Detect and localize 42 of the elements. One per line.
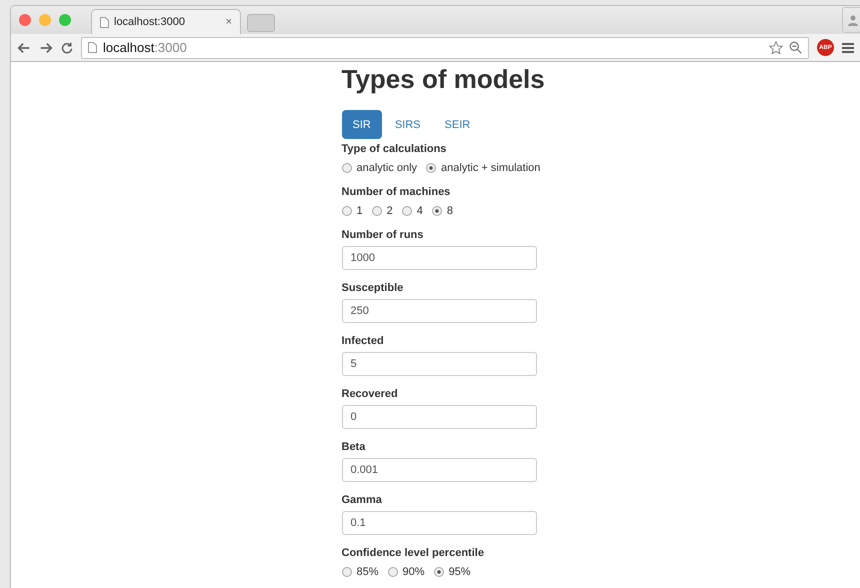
- browser-tab[interactable]: localhost:3000 ×: [91, 9, 241, 34]
- menu-icon[interactable]: [842, 42, 854, 54]
- back-icon[interactable]: [17, 40, 31, 55]
- input-field[interactable]: 250: [342, 299, 536, 323]
- field-label: Number of runs: [342, 228, 424, 243]
- forward-icon[interactable]: [39, 40, 53, 55]
- person-icon: [847, 14, 859, 26]
- radio-option[interactable]: analytic only: [342, 160, 418, 176]
- page-icon: [100, 16, 109, 28]
- field-label: Beta: [342, 440, 366, 455]
- field-label: Number of machines: [342, 185, 452, 200]
- page-title: Types of models: [342, 63, 545, 96]
- radio-option[interactable]: 90%: [388, 564, 425, 580]
- field-label: Gamma: [342, 493, 383, 508]
- input-field[interactable]: 1000: [342, 246, 536, 270]
- model-tab[interactable]: SEIR: [434, 110, 482, 139]
- star-icon[interactable]: [769, 40, 783, 55]
- page-icon: [88, 42, 97, 54]
- radio-option[interactable]: 95%: [434, 564, 471, 580]
- input-field[interactable]: 5: [342, 352, 536, 376]
- profile-button[interactable]: [842, 7, 860, 34]
- input-field[interactable]: 0: [342, 405, 536, 429]
- reload-icon[interactable]: [61, 42, 73, 54]
- radio-option[interactable]: analytic + simulation: [426, 160, 540, 176]
- field-label: Type of calculations: [342, 142, 448, 157]
- url-text: localhost:3000: [103, 40, 187, 56]
- field-label: Recovered: [342, 387, 399, 402]
- radio-option[interactable]: 4: [402, 203, 423, 219]
- search-icon[interactable]: [789, 41, 802, 54]
- radio-option[interactable]: 2: [372, 203, 393, 219]
- radio-option[interactable]: 8: [432, 203, 453, 219]
- input-field[interactable]: 0.001: [342, 458, 536, 482]
- radio-option[interactable]: 1: [342, 203, 363, 219]
- address-bar[interactable]: localhost:3000: [81, 36, 809, 59]
- input-field[interactable]: 0.1: [342, 511, 536, 535]
- model-tab[interactable]: SIRS: [384, 110, 432, 139]
- model-tab[interactable]: SIR: [342, 110, 382, 139]
- field-label: Susceptible: [342, 281, 404, 296]
- close-light[interactable]: [19, 14, 31, 26]
- field-label: Infected: [342, 334, 385, 349]
- field-label: Confidence level percentile: [342, 546, 485, 561]
- radio-option[interactable]: 85%: [342, 564, 379, 580]
